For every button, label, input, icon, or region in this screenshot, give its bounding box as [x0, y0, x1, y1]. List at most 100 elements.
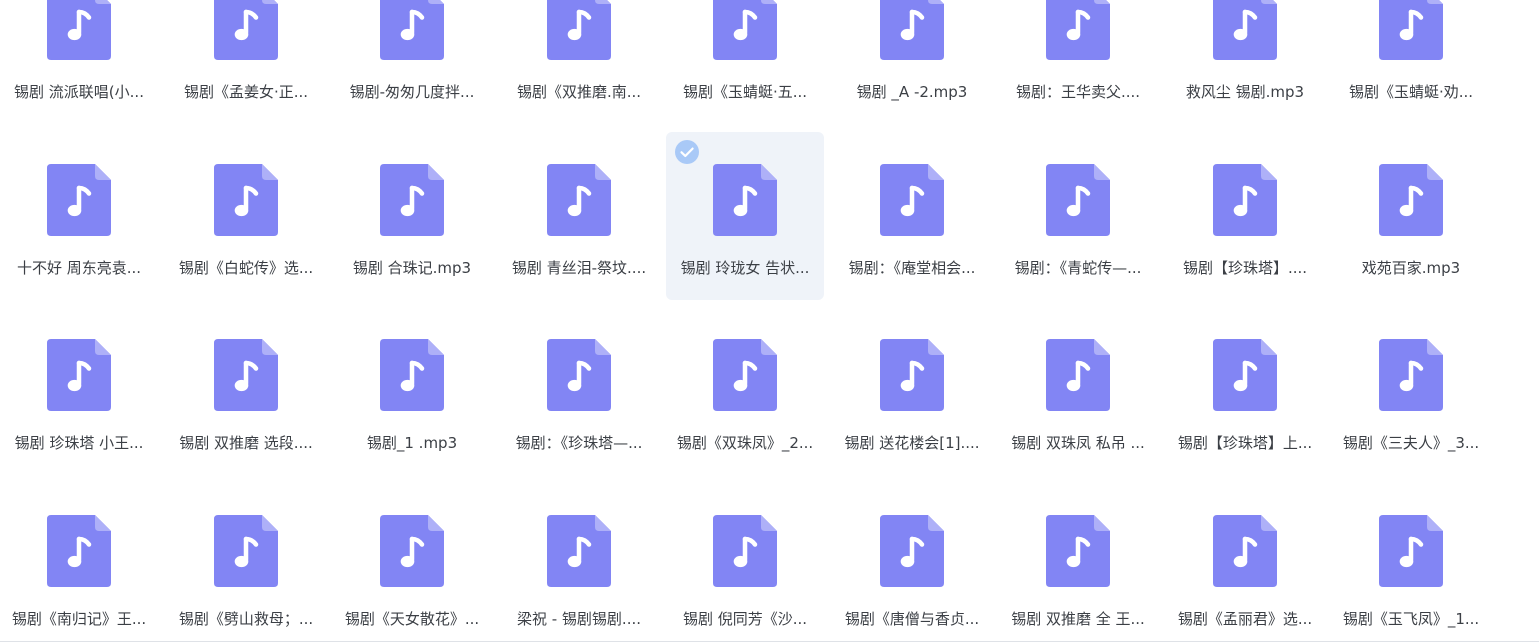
music-file-icon	[880, 339, 944, 411]
music-file-icon	[713, 164, 777, 236]
file-name: 锡剧【珍珠塔】....	[1182, 259, 1308, 277]
file-item[interactable]: 救风尘 锡剧.mp3	[1166, 0, 1324, 124]
file-name: 锡剧《劈山救母；...	[178, 610, 314, 628]
file-name: 锡剧 合珠记.mp3	[352, 259, 472, 277]
file-item[interactable]: 锡剧《双推磨.南...	[500, 0, 658, 124]
file-name: 锡剧 青丝泪-祭坟....	[511, 259, 647, 277]
file-name: 锡剧《南归记》王...	[11, 610, 147, 628]
file-item[interactable]: 锡剧 双推磨 选段....	[167, 307, 325, 475]
music-file-icon	[880, 515, 944, 587]
file-item[interactable]: 锡剧：《珍珠塔—...	[500, 307, 658, 475]
file-name: 锡剧《玉飞凤》_1...	[1342, 610, 1480, 628]
file-item[interactable]: 锡剧《唐僧与香贞...	[833, 483, 991, 643]
music-file-icon	[214, 164, 278, 236]
file-item[interactable]: 锡剧【珍珠塔】上...	[1166, 307, 1324, 475]
music-file-icon	[713, 339, 777, 411]
checkmark-icon[interactable]	[675, 140, 699, 164]
file-item[interactable]: 锡剧《双珠凤》_2...	[666, 307, 824, 475]
file-item[interactable]: 锡剧 青丝泪-祭坟....	[500, 132, 658, 300]
music-file-icon	[547, 515, 611, 587]
file-name: 锡剧：王华卖父....	[1015, 83, 1141, 101]
file-item[interactable]: 锡剧《三夫人》_3...	[1332, 307, 1490, 475]
file-item[interactable]: 锡剧 流派联唱(小...	[0, 0, 158, 124]
file-item[interactable]: 锡剧 双珠凤 私吊 ...	[999, 307, 1157, 475]
file-item[interactable]: 锡剧：王华卖父....	[999, 0, 1157, 124]
file-name: 锡剧 双珠凤 私吊 ...	[1011, 434, 1145, 452]
file-name: 锡剧《双珠凤》_2...	[676, 434, 814, 452]
file-item[interactable]: 锡剧 合珠记.mp3	[333, 132, 491, 300]
music-file-icon	[214, 515, 278, 587]
music-file-icon	[1046, 164, 1110, 236]
music-file-icon	[380, 0, 444, 60]
file-item[interactable]: 锡剧-匆匆几度拌...	[333, 0, 491, 124]
music-file-icon	[47, 515, 111, 587]
file-item[interactable]: 锡剧 倪同芳《沙...	[666, 483, 824, 643]
file-name: 锡剧《玉蜻蜓·五...	[682, 83, 808, 101]
file-item[interactable]: 锡剧_1 .mp3	[333, 307, 491, 475]
music-file-icon	[1046, 339, 1110, 411]
file-item[interactable]: 锡剧 送花楼会[1]....	[833, 307, 991, 475]
file-item[interactable]: 锡剧【珍珠塔】....	[1166, 132, 1324, 300]
music-file-icon	[1379, 339, 1443, 411]
music-file-icon	[1213, 339, 1277, 411]
file-item[interactable]: 锡剧《玉蜻蜓·五...	[666, 0, 824, 124]
file-item[interactable]: 锡剧 双推磨 全 王...	[999, 483, 1157, 643]
music-file-icon	[1379, 515, 1443, 587]
file-name: 锡剧 倪同芳《沙...	[682, 610, 808, 628]
file-name: 十不好 周东亮袁...	[16, 259, 142, 277]
file-item[interactable]: 锡剧：《青蛇传—...	[999, 132, 1157, 300]
file-name: 锡剧《孟姜女·正...	[183, 83, 309, 101]
music-file-icon	[47, 164, 111, 236]
file-item[interactable]: 锡剧 珍珠塔 小王...	[0, 307, 158, 475]
file-name: 锡剧《孟丽君》选...	[1177, 610, 1313, 628]
music-file-icon	[1213, 164, 1277, 236]
music-file-icon	[380, 164, 444, 236]
file-item[interactable]: 锡剧《白蛇传》选...	[167, 132, 325, 300]
file-item[interactable]: 锡剧《孟丽君》选...	[1166, 483, 1324, 643]
file-item[interactable]: 戏苑百家.mp3	[1332, 132, 1490, 300]
music-file-icon	[47, 0, 111, 60]
music-file-icon	[1046, 0, 1110, 60]
file-name: 锡剧 送花楼会[1]....	[844, 434, 980, 452]
file-item[interactable]: 锡剧：《庵堂相会...	[833, 132, 991, 300]
file-name: 锡剧_1 .mp3	[366, 434, 458, 452]
music-file-icon	[880, 0, 944, 60]
file-item[interactable]: 锡剧《天女散花》...	[333, 483, 491, 643]
file-item[interactable]: 锡剧《劈山救母；...	[167, 483, 325, 643]
file-name: 锡剧【珍珠塔】上...	[1177, 434, 1313, 452]
music-file-icon	[1213, 515, 1277, 587]
file-item[interactable]: 梁祝 - 锡剧锡剧....	[500, 483, 658, 643]
file-name: 锡剧《三夫人》_3...	[1342, 434, 1480, 452]
file-name: 戏苑百家.mp3	[1361, 259, 1461, 277]
file-name: 锡剧《双推磨.南...	[516, 83, 642, 101]
music-file-icon	[214, 339, 278, 411]
file-name: 锡剧 珍珠塔 小王...	[14, 434, 144, 452]
music-file-icon	[47, 339, 111, 411]
file-name: 锡剧 玲珑女 告状...	[680, 259, 810, 277]
file-item[interactable]: 锡剧《南归记》王...	[0, 483, 158, 643]
file-name: 锡剧 _A -2.mp3	[856, 83, 968, 101]
file-name: 锡剧《白蛇传》选...	[178, 259, 314, 277]
music-file-icon	[1379, 0, 1443, 60]
music-file-icon	[214, 0, 278, 60]
file-name: 救风尘 锡剧.mp3	[1185, 83, 1305, 101]
music-file-icon	[713, 0, 777, 60]
file-item[interactable]: 锡剧 玲珑女 告状...	[666, 132, 824, 300]
file-name: 锡剧《天女散花》...	[344, 610, 480, 628]
music-file-icon	[1046, 515, 1110, 587]
music-file-icon	[380, 339, 444, 411]
file-item[interactable]: 锡剧《玉飞凤》_1...	[1332, 483, 1490, 643]
file-name: 锡剧 双推磨 选段....	[179, 434, 313, 452]
music-file-icon	[1379, 164, 1443, 236]
file-name: 锡剧 流派联唱(小...	[14, 83, 144, 101]
file-name: 锡剧：《庵堂相会...	[848, 259, 976, 277]
file-item[interactable]: 十不好 周东亮袁...	[0, 132, 158, 300]
music-file-icon	[547, 164, 611, 236]
file-name: 梁祝 - 锡剧锡剧....	[516, 610, 642, 628]
music-file-icon	[880, 164, 944, 236]
file-item[interactable]: 锡剧《孟姜女·正...	[167, 0, 325, 124]
file-name: 锡剧：《珍珠塔—...	[515, 434, 643, 452]
music-file-icon	[713, 515, 777, 587]
file-item[interactable]: 锡剧 _A -2.mp3	[833, 0, 991, 124]
file-item[interactable]: 锡剧《玉蜻蜓·劝...	[1332, 0, 1490, 124]
